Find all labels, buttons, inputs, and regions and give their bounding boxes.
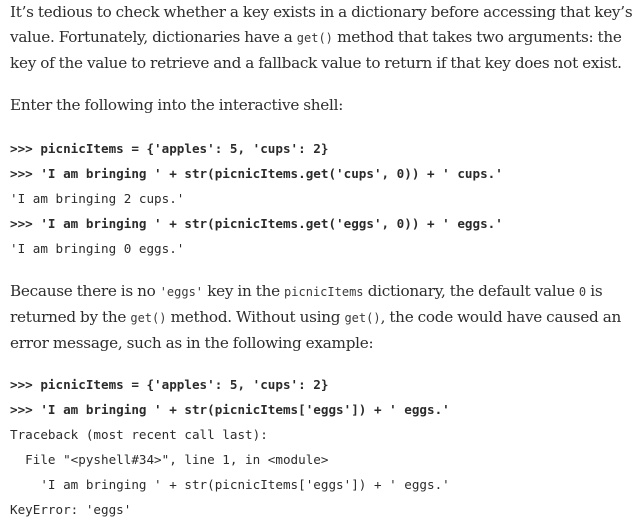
inline-code-get: get(): [296, 31, 333, 45]
inline-code-eggs: 'eggs': [159, 285, 204, 299]
code-output-line: 'I am bringing 0 eggs.': [10, 241, 185, 256]
inline-code-get: get(): [130, 311, 167, 325]
traceback-line: File "<pyshell#34>", line 1, in <module>: [10, 452, 329, 467]
inline-code-get: get(): [344, 311, 381, 325]
code-line: >>> picnicItems = {'apples': 5, 'cups': …: [10, 141, 329, 156]
code-block-get-example: >>> picnicItems = {'apples': 5, 'cups': …: [10, 136, 503, 261]
code-line: >>> 'I am bringing ' + str(picnicItems['…: [10, 402, 450, 417]
traceback-line: Traceback (most recent call last):: [10, 427, 268, 442]
code-line: >>> 'I am bringing ' + str(picnicItems.g…: [10, 216, 503, 231]
code-line: >>> picnicItems = {'apples': 5, 'cups': …: [10, 377, 329, 392]
traceback-line: 'I am bringing ' + str(picnicItems['eggs…: [10, 477, 450, 492]
inline-code-zero: 0: [578, 285, 587, 299]
shell-instruction: Enter the following into the interactive…: [10, 96, 344, 114]
code-block-keyerror-example: >>> picnicItems = {'apples': 5, 'cups': …: [10, 372, 450, 522]
inline-code-picnicitems: picnicItems: [284, 285, 364, 299]
explanation-paragraph: Because there is no 'eggs' key in the pi…: [10, 282, 622, 352]
code-output-line: 'I am bringing 2 cups.': [10, 191, 185, 206]
error-line: KeyError: 'eggs': [10, 502, 132, 517]
intro-paragraph: It’s tedious to check whether a key exis…: [10, 3, 633, 72]
code-line: >>> 'I am bringing ' + str(picnicItems.g…: [10, 166, 503, 181]
